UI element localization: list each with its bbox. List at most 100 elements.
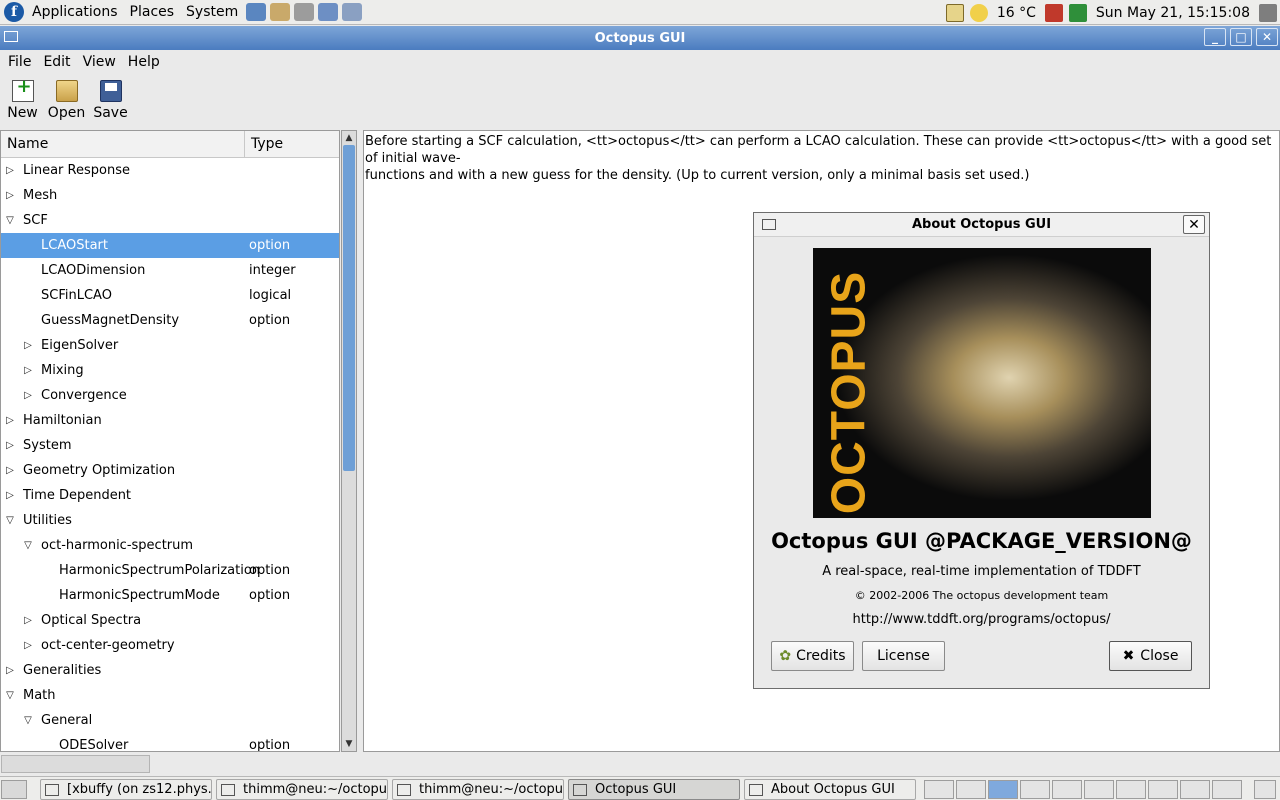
tree-row[interactable]: ▷ EigenSolver — [1, 333, 339, 358]
notes-launcher-icon[interactable] — [342, 3, 363, 21]
tree-row[interactable]: ▽ General — [1, 708, 339, 733]
window-menu-icon[interactable] — [4, 31, 18, 42]
column-header-name[interactable]: Name — [1, 131, 245, 157]
collapsed-arrow-icon[interactable]: ▷ — [5, 665, 15, 676]
scroll-up-icon[interactable]: ▲ — [342, 131, 356, 145]
tree-row[interactable]: ▽ oct-harmonic-spectrum — [1, 533, 339, 558]
collapsed-arrow-icon[interactable]: ▷ — [5, 490, 15, 501]
expanded-arrow-icon[interactable]: ▽ — [5, 515, 15, 526]
mail-launcher-icon[interactable] — [270, 3, 291, 21]
credits-button[interactable]: ✿ Credits — [771, 641, 854, 671]
weather-icon[interactable] — [969, 3, 988, 22]
workspace-8[interactable] — [1148, 780, 1178, 799]
menu-help[interactable]: Help — [122, 54, 166, 70]
tree-row[interactable]: ▷ Mixing — [1, 358, 339, 383]
save-button[interactable]: Save — [89, 74, 132, 126]
tree-row[interactable]: ▷ Linear Response — [1, 158, 339, 183]
expanded-arrow-icon[interactable]: ▽ — [23, 715, 33, 726]
tree-row[interactable]: ▽ Math — [1, 683, 339, 708]
tree-row[interactable]: ▽ SCF — [1, 208, 339, 233]
phone-icon[interactable] — [1044, 3, 1063, 22]
close-window-icon[interactable]: ✕ — [1256, 28, 1278, 46]
expanded-arrow-icon[interactable]: ▽ — [5, 215, 15, 226]
tree-row[interactable]: ▷ Optical Spectra — [1, 608, 339, 633]
workspace-4[interactable] — [1020, 780, 1050, 799]
new-button[interactable]: New — [1, 74, 44, 126]
open-button[interactable]: Open — [45, 74, 88, 126]
collapsed-arrow-icon[interactable]: ▷ — [23, 340, 33, 351]
tree-scrollbar[interactable]: ▲ ▼ — [341, 130, 357, 752]
website-link[interactable]: http://www.tddft.org/programs/octopus/ — [754, 612, 1209, 627]
tree-row[interactable]: HarmonicSpectrumPolarization option — [1, 558, 339, 583]
dialog-titlebar[interactable]: About Octopus GUI ✕ — [754, 213, 1209, 237]
weather-temperature[interactable]: 16 °C — [997, 5, 1036, 21]
dialog-menu-icon[interactable] — [762, 219, 776, 230]
presentation-launcher-icon[interactable] — [318, 3, 339, 21]
tree-row[interactable]: HarmonicSpectrumMode option — [1, 583, 339, 608]
workspace-9[interactable] — [1180, 780, 1210, 799]
text-editor-launcher-icon[interactable] — [294, 3, 315, 21]
volume-icon[interactable] — [1259, 3, 1277, 22]
license-button[interactable]: License — [862, 641, 945, 671]
system-menu[interactable]: System — [180, 0, 244, 25]
tree-row[interactable]: ▷ Time Dependent — [1, 483, 339, 508]
expanded-arrow-icon[interactable]: ▽ — [23, 540, 33, 551]
menu-file[interactable]: File — [2, 54, 37, 70]
tree-row[interactable]: LCAODimension integer — [1, 258, 339, 283]
applications-menu[interactable]: Applications — [26, 0, 124, 25]
tree-row[interactable]: LCAOStart option — [1, 233, 339, 258]
collapsed-arrow-icon[interactable]: ▷ — [23, 640, 33, 651]
dialog-close-icon[interactable]: ✕ — [1183, 215, 1205, 234]
workspace-5[interactable] — [1052, 780, 1082, 799]
collapsed-arrow-icon[interactable]: ▷ — [5, 190, 15, 201]
maximize-icon[interactable]: □ — [1230, 28, 1252, 46]
tree-row[interactable]: ODESolver option — [1, 733, 339, 751]
taskbar-item[interactable]: [xbuffy (on zs12.phys... — [40, 779, 212, 800]
collapsed-arrow-icon[interactable]: ▷ — [5, 465, 15, 476]
workspace-2[interactable] — [956, 780, 986, 799]
collapsed-arrow-icon[interactable]: ▷ — [5, 415, 15, 426]
tree-row[interactable]: ▷ Generalities — [1, 658, 339, 683]
collapsed-arrow-icon[interactable]: ▷ — [23, 615, 33, 626]
taskbar-item[interactable]: About Octopus GUI — [744, 779, 916, 800]
scrollbar-thumb[interactable] — [343, 145, 355, 471]
column-header-type[interactable]: Type — [245, 131, 283, 157]
workspace-7[interactable] — [1116, 780, 1146, 799]
taskbar-item[interactable]: thimm@neu:~/octopu... — [392, 779, 564, 800]
window-titlebar[interactable]: Octopus GUI _ □ ✕ — [0, 26, 1280, 50]
collapsed-arrow-icon[interactable]: ▷ — [5, 165, 15, 176]
workspace-6[interactable] — [1084, 780, 1114, 799]
collapsed-arrow-icon[interactable]: ▷ — [23, 390, 33, 401]
minimize-icon[interactable]: _ — [1204, 28, 1226, 46]
tree-row[interactable]: SCFinLCAO logical — [1, 283, 339, 308]
tree-row[interactable]: ▷ Hamiltonian — [1, 408, 339, 433]
tree-row[interactable]: ▷ System — [1, 433, 339, 458]
taskbar-item-active[interactable]: Octopus GUI — [568, 779, 740, 800]
collapsed-arrow-icon[interactable]: ▷ — [5, 440, 15, 451]
tree-row[interactable]: ▷ Geometry Optimization — [1, 458, 339, 483]
places-menu[interactable]: Places — [124, 0, 181, 25]
tree-row[interactable]: GuessMagnetDensity option — [1, 308, 339, 333]
web-browser-launcher-icon[interactable] — [246, 3, 267, 21]
clock[interactable]: Sun May 21, 15:15:08 — [1096, 5, 1250, 21]
update-icon[interactable] — [1068, 3, 1087, 22]
tree-row[interactable]: ▷ Mesh — [1, 183, 339, 208]
workspace-3[interactable] — [988, 780, 1018, 799]
workspace-10[interactable] — [1212, 780, 1242, 799]
scroll-down-icon[interactable]: ▼ — [342, 737, 356, 751]
trash-icon[interactable] — [1254, 780, 1276, 799]
taskbar-item[interactable]: thimm@neu:~/octopu... — [216, 779, 388, 800]
tree-row[interactable]: ▷ Convergence — [1, 383, 339, 408]
notification-icon[interactable] — [945, 3, 964, 22]
variables-tree[interactable]: Name Type ▷ Linear Response ▷ Mesh ▽ SCF LCAOS… — [0, 130, 340, 752]
collapsed-arrow-icon[interactable]: ▷ — [23, 365, 33, 376]
expanded-arrow-icon[interactable]: ▽ — [5, 690, 15, 701]
tree-row[interactable]: ▽ Utilities — [1, 508, 339, 533]
close-button[interactable]: ✖ Close — [1109, 641, 1192, 671]
menu-edit[interactable]: Edit — [37, 54, 76, 70]
workspace-1[interactable] — [924, 780, 954, 799]
fedora-logo-icon[interactable]: f — [4, 2, 24, 22]
show-desktop-icon[interactable] — [1, 780, 27, 799]
menu-view[interactable]: View — [77, 54, 122, 70]
tree-row[interactable]: ▷ oct-center-geometry — [1, 633, 339, 658]
